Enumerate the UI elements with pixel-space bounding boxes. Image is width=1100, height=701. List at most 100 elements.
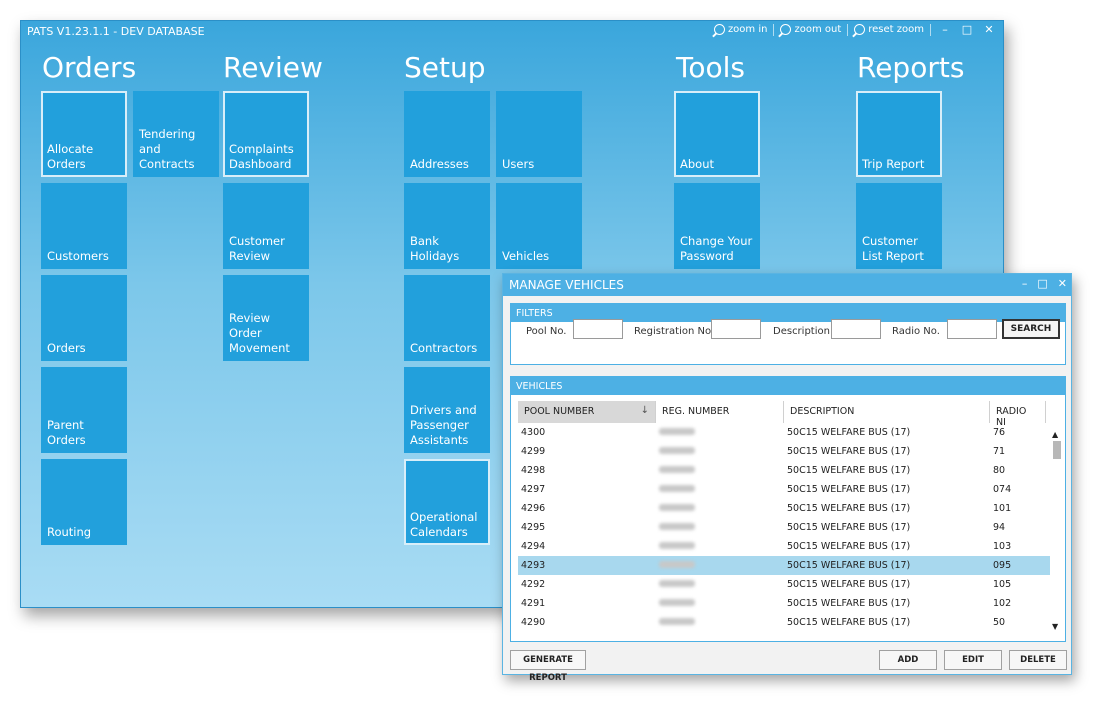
cell-radio-number: 80 [993,465,1006,476]
tile-tendering-and-contracts[interactable]: Tendering and Contracts [133,91,219,177]
cell-pool-number: 4294 [521,541,546,552]
cell-reg-number-redacted [656,484,784,495]
tile-change-your-password[interactable]: Change Your Password [674,183,760,269]
redacted-mark [659,599,695,606]
scroll-down-icon[interactable]: ▼ [1052,622,1058,631]
column-header-pool-number[interactable]: POOL NUMBER ↓ [518,401,656,423]
cell-radio-number: 095 [993,560,1012,571]
tile-trip-report[interactable]: Trip Report [856,91,942,177]
edit-button[interactable]: EDIT [944,650,1002,670]
tile-operational-calendars[interactable]: Operational Calendars [404,459,490,545]
section-setup: Setup [404,51,486,84]
app-title: PATS V1.23.1.1 - DEV DATABASE [27,25,205,38]
table-row[interactable]: 4298 50C15 WELFARE BUS (17) 80 [518,461,1050,480]
tile-allocate-orders[interactable]: Allocate Orders [41,91,127,177]
tile-vehicles[interactable]: Vehicles [496,183,582,269]
cell-description: 50C15 WELFARE BUS (17) [787,484,911,495]
registration-no-input[interactable] [711,319,761,339]
search-button[interactable]: SEARCH [1002,319,1060,339]
redacted-mark [659,580,695,587]
cell-radio-number: 76 [993,427,1006,438]
tile-bank-holidays[interactable]: Bank Holidays [404,183,490,269]
tile-contractors[interactable]: Contractors [404,275,490,361]
sort-descending-icon: ↓ [640,405,649,416]
cell-radio-number: 101 [993,503,1012,514]
scroll-up-icon[interactable]: ▲ [1052,430,1058,439]
maximize-icon[interactable]: □ [959,23,975,36]
tile-orders[interactable]: Orders [41,275,127,361]
redacted-mark [659,428,695,435]
cell-reg-number-redacted [656,617,784,628]
maximize-icon[interactable]: □ [1037,277,1047,290]
tile-users[interactable]: Users [496,91,582,177]
table-row[interactable]: 4293 50C15 WELFARE BUS (17) 095 [518,556,1050,575]
table-row[interactable]: 4290 50C15 WELFARE BUS (17) 50 [518,613,1050,632]
cell-radio-number: 94 [993,522,1006,533]
cell-description: 50C15 WELFARE BUS (17) [787,617,911,628]
cell-pool-number: 4291 [521,598,546,609]
vehicles-grid: POOL NUMBER ↓ REG. NUMBER DESCRIPTION RAD… [518,401,1050,632]
cell-description: 50C15 WELFARE BUS (17) [787,541,911,552]
zoom-out-icon [780,24,792,35]
redacted-mark [659,447,695,454]
pool-no-label: Pool No. [526,326,567,337]
table-row[interactable]: 4291 50C15 WELFARE BUS (17) 102 [518,594,1050,613]
minimize-icon[interactable]: – [1022,277,1028,290]
table-row[interactable]: 4295 50C15 WELFARE BUS (17) 94 [518,518,1050,537]
tile-routing[interactable]: Routing [41,459,127,545]
description-label: Description [773,326,830,337]
table-row[interactable]: 4297 50C15 WELFARE BUS (17) 074 [518,480,1050,499]
tile-customer-list-report[interactable]: Customer List Report [856,183,942,269]
table-row[interactable]: 4296 50C15 WELFARE BUS (17) 101 [518,499,1050,518]
tile-addresses[interactable]: Addresses [404,91,490,177]
zoom-out-button[interactable]: zoom out [780,24,841,35]
table-row[interactable]: 4292 50C15 WELFARE BUS (17) 105 [518,575,1050,594]
section-reports: Reports [857,51,965,84]
cell-reg-number-redacted [656,446,784,457]
add-button[interactable]: ADD [879,650,937,670]
delete-button[interactable]: DELETE [1009,650,1067,670]
divider [773,23,775,36]
tile-review-order-movement[interactable]: Review Order Movement [223,275,309,361]
cell-reg-number-redacted [656,503,784,514]
cell-pool-number: 4300 [521,427,546,438]
minimize-icon[interactable]: – [937,23,953,36]
cell-description: 50C15 WELFARE BUS (17) [787,560,911,571]
redacted-mark [659,466,695,473]
cell-description: 50C15 WELFARE BUS (17) [787,427,911,438]
registration-no-label: Registration No. [634,326,715,337]
tile-customers[interactable]: Customers [41,183,127,269]
close-icon[interactable]: ✕ [981,23,997,36]
radio-no-label: Radio No. [892,326,940,337]
reset-zoom-icon [854,24,866,35]
column-header-reg-number[interactable]: REG. NUMBER [656,401,784,423]
table-row[interactable]: 4300 50C15 WELFARE BUS (17) 76 [518,423,1050,442]
zoom-in-button[interactable]: zoom in [713,24,767,35]
tile-customer-review[interactable]: Customer Review [223,183,309,269]
table-row[interactable]: 4299 50C15 WELFARE BUS (17) 71 [518,442,1050,461]
tile-parent-orders[interactable]: Parent Orders [41,367,127,453]
radio-no-input[interactable] [947,319,997,339]
tile-complaints-dashboard[interactable]: Complaints Dashboard [223,91,309,177]
generate-report-button[interactable]: GENERATE REPORT [510,650,586,683]
column-header-radio-number[interactable]: RADIO NI [990,401,1046,428]
cell-radio-number: 103 [993,541,1012,552]
tile-about[interactable]: About [674,91,760,177]
cell-pool-number: 4290 [521,617,546,628]
cell-description: 50C15 WELFARE BUS (17) [787,579,911,590]
table-row[interactable]: 4294 50C15 WELFARE BUS (17) 103 [518,537,1050,556]
description-input[interactable] [831,319,881,339]
pool-no-input[interactable] [573,319,623,339]
grid-header: POOL NUMBER ↓ REG. NUMBER DESCRIPTION RAD… [518,401,1050,428]
cell-description: 50C15 WELFARE BUS (17) [787,465,911,476]
tile-drivers-and-passenger-assistants[interactable]: Drivers and Passenger Assistants [404,367,490,453]
scrollbar-thumb[interactable] [1053,441,1061,459]
reset-zoom-button[interactable]: reset zoom [854,24,924,35]
redacted-mark [659,504,695,511]
column-header-description[interactable]: DESCRIPTION [784,401,990,423]
cell-description: 50C15 WELFARE BUS (17) [787,598,911,609]
close-icon[interactable]: ✕ [1058,277,1067,290]
cell-reg-number-redacted [656,427,784,438]
filters-panel: FILTERS Pool No. Registration No. Descri… [510,303,1066,365]
cell-description: 50C15 WELFARE BUS (17) [787,522,911,533]
